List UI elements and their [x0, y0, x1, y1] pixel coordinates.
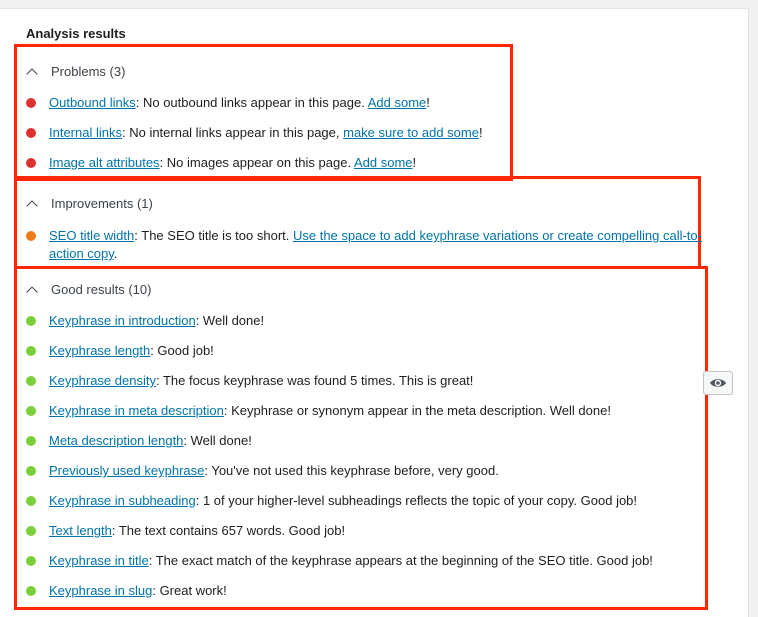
highlight-toggle-button[interactable]: [703, 371, 733, 395]
panel-title: Analysis results: [26, 26, 126, 41]
good-item-keyphrase-introduction: Keyphrase in introduction: Well done!: [26, 312, 264, 330]
keyphrase-in-meta-description-link[interactable]: Keyphrase in meta description: [49, 403, 224, 418]
seo-title-width-link[interactable]: SEO title width: [49, 228, 134, 243]
good-item-keyphrase-meta-description: Keyphrase in meta description: Keyphrase…: [26, 402, 611, 420]
improvements-toggle[interactable]: Improvements (1): [24, 193, 153, 213]
problems-toggle[interactable]: Problems (3): [24, 61, 125, 81]
outbound-links-link[interactable]: Outbound links: [49, 95, 136, 110]
good-results-toggle[interactable]: Good results (10): [24, 279, 151, 299]
eye-icon: [710, 379, 726, 387]
good-item-keyphrase-subheading: Keyphrase in subheading: 1 of your highe…: [26, 492, 637, 510]
good-bullet-icon: [26, 376, 36, 386]
good-bullet-icon: [26, 406, 36, 416]
good-bullet-icon: [26, 526, 36, 536]
problem-bullet-icon: [26, 128, 36, 138]
good-bullet-icon: [26, 496, 36, 506]
good-item-meta-description-length: Meta description length: Well done!: [26, 432, 252, 450]
good-item-keyphrase-slug: Keyphrase in slug: Great work!: [26, 582, 227, 600]
keyphrase-in-subheading-link[interactable]: Keyphrase in subheading: [49, 493, 196, 508]
improvement-item-seo-title-width: SEO title width: The SEO title is too sh…: [26, 227, 704, 263]
problem-bullet-icon: [26, 158, 36, 168]
meta-description-length-link[interactable]: Meta description length: [49, 433, 183, 448]
chevron-up-icon: [26, 285, 38, 298]
internal-links-link[interactable]: Internal links: [49, 125, 122, 140]
previously-used-keyphrase-link[interactable]: Previously used keyphrase: [49, 463, 204, 478]
keyphrase-in-slug-link[interactable]: Keyphrase in slug: [49, 583, 152, 598]
good-item-text-length: Text length: The text contains 657 words…: [26, 522, 345, 540]
problem-item-outbound-links: Outbound links: No outbound links appear…: [26, 94, 430, 112]
chevron-up-icon: [26, 67, 38, 80]
good-results-label: Good results (10): [51, 281, 152, 297]
good-bullet-icon: [26, 466, 36, 476]
add-images-link[interactable]: Add some: [354, 155, 413, 170]
keyphrase-density-link[interactable]: Keyphrase density: [49, 373, 156, 388]
good-item-keyphrase-title: Keyphrase in title: The exact match of t…: [26, 552, 653, 570]
problems-label: Problems (3): [51, 63, 126, 79]
add-outbound-links-link[interactable]: Add some: [368, 95, 427, 110]
good-bullet-icon: [26, 586, 36, 596]
good-item-keyphrase-density: Keyphrase density: The focus keyphrase w…: [26, 372, 473, 390]
image-alt-attributes-link[interactable]: Image alt attributes: [49, 155, 160, 170]
good-item-keyphrase-length: Keyphrase length: Good job!: [26, 342, 214, 360]
good-bullet-icon: [26, 316, 36, 326]
problem-bullet-icon: [26, 98, 36, 108]
problem-item-image-alt: Image alt attributes: No images appear o…: [26, 154, 416, 172]
text-length-link[interactable]: Text length: [49, 523, 112, 538]
keyphrase-in-introduction-link[interactable]: Keyphrase in introduction: [49, 313, 196, 328]
keyphrase-length-link[interactable]: Keyphrase length: [49, 343, 150, 358]
keyphrase-in-title-link[interactable]: Keyphrase in title: [49, 553, 149, 568]
good-bullet-icon: [26, 556, 36, 566]
chevron-up-icon: [26, 199, 38, 212]
good-item-previously-used-keyphrase: Previously used keyphrase: You've not us…: [26, 462, 499, 480]
add-internal-links-link[interactable]: make sure to add some: [343, 125, 479, 140]
good-bullet-icon: [26, 436, 36, 446]
improvements-label: Improvements (1): [51, 195, 153, 211]
problem-item-internal-links: Internal links: No internal links appear…: [26, 124, 483, 142]
good-bullet-icon: [26, 346, 36, 356]
improvement-bullet-icon: [26, 231, 36, 241]
